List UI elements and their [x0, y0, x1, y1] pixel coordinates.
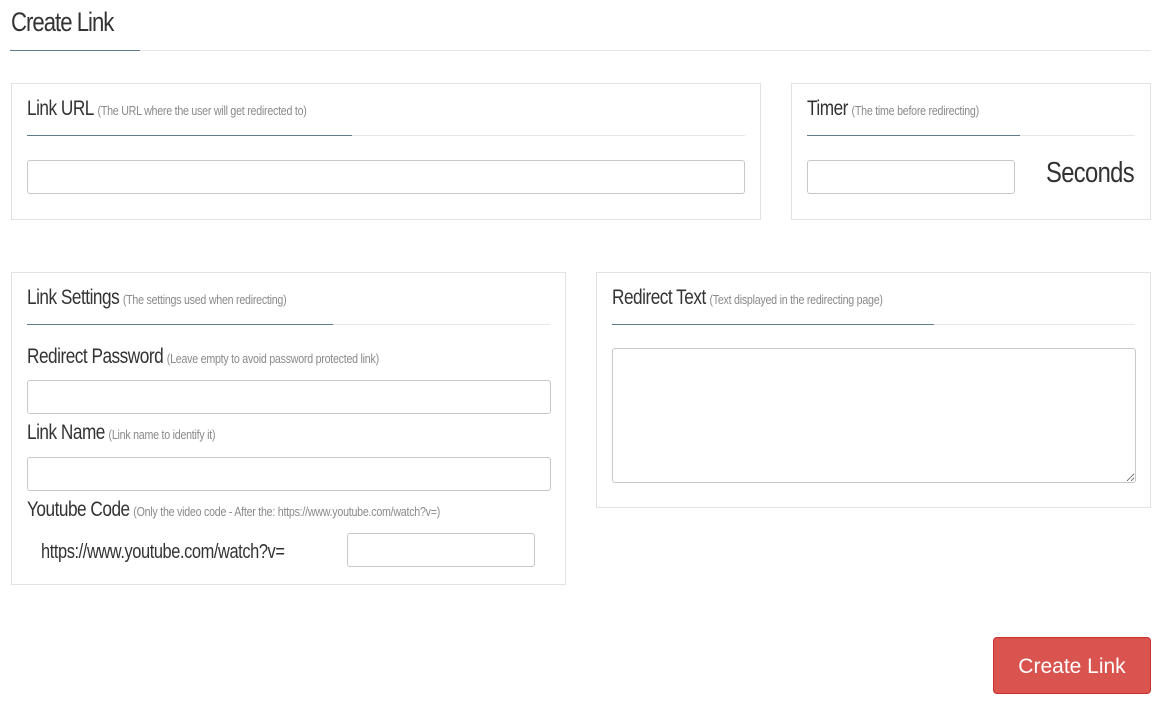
- password-label: Redirect Password: [27, 345, 164, 368]
- youtube-code-input[interactable]: [347, 533, 535, 567]
- create-link-button[interactable]: Create Link: [993, 637, 1151, 694]
- link-name-field-label: Link Name (Link name to identify it): [27, 421, 216, 445]
- link-url-label: Link URL: [27, 97, 94, 120]
- link-name-hint: (Link name to identify it): [108, 427, 216, 442]
- timer-panel: Timer (The time before redirecting) Seco…: [791, 83, 1151, 220]
- timer-heading: Timer (The time before redirecting): [807, 84, 1135, 136]
- youtube-url-prefix: https://www.youtube.com/watch?v=: [41, 541, 285, 563]
- link-url-input[interactable]: [27, 160, 745, 194]
- youtube-hint: (Only the video code - After the: https:…: [133, 504, 441, 519]
- youtube-field-label: Youtube Code (Only the video code - Afte…: [27, 498, 440, 522]
- link-name-input[interactable]: [27, 457, 551, 491]
- redirect-text-heading: Redirect Text (Text displayed in the red…: [612, 273, 1135, 325]
- link-settings-label: Link Settings: [27, 286, 120, 309]
- page-header: Create Link: [10, 0, 1151, 51]
- link-url-hint: (The URL where the user will get redirec…: [97, 103, 307, 118]
- link-settings-hint: (The settings used when redirecting): [122, 292, 287, 307]
- title-underline: [10, 50, 140, 51]
- link-settings-panel: Link Settings (The settings used when re…: [11, 272, 566, 585]
- password-hint: (Leave empty to avoid password protected…: [166, 351, 379, 366]
- youtube-label: Youtube Code: [27, 498, 130, 521]
- link-settings-heading: Link Settings (The settings used when re…: [27, 273, 550, 325]
- redirect-text-textarea[interactable]: [612, 348, 1136, 483]
- timer-label: Timer: [807, 97, 848, 120]
- link-url-panel: Link URL (The URL where the user will ge…: [11, 83, 761, 220]
- heading-underline: [27, 324, 333, 325]
- redirect-password-input[interactable]: [27, 380, 551, 414]
- seconds-label: Seconds: [1046, 157, 1135, 189]
- timer-hint: (The time before redirecting): [851, 103, 980, 118]
- redirect-text-hint: (Text displayed in the redirecting page): [709, 292, 883, 307]
- password-field-label: Redirect Password (Leave empty to avoid …: [27, 345, 379, 369]
- page-title: Create Link: [11, 7, 114, 37]
- link-url-heading: Link URL (The URL where the user will ge…: [27, 84, 745, 136]
- timer-input[interactable]: [807, 160, 1015, 194]
- redirect-text-label: Redirect Text: [612, 286, 706, 309]
- heading-underline: [612, 324, 934, 325]
- link-name-label: Link Name: [27, 421, 105, 444]
- heading-underline: [807, 135, 1020, 136]
- redirect-text-panel: Redirect Text (Text displayed in the red…: [596, 272, 1151, 508]
- heading-underline: [27, 135, 352, 136]
- create-link-page: Create Link Link URL (The URL where the …: [0, 0, 1163, 715]
